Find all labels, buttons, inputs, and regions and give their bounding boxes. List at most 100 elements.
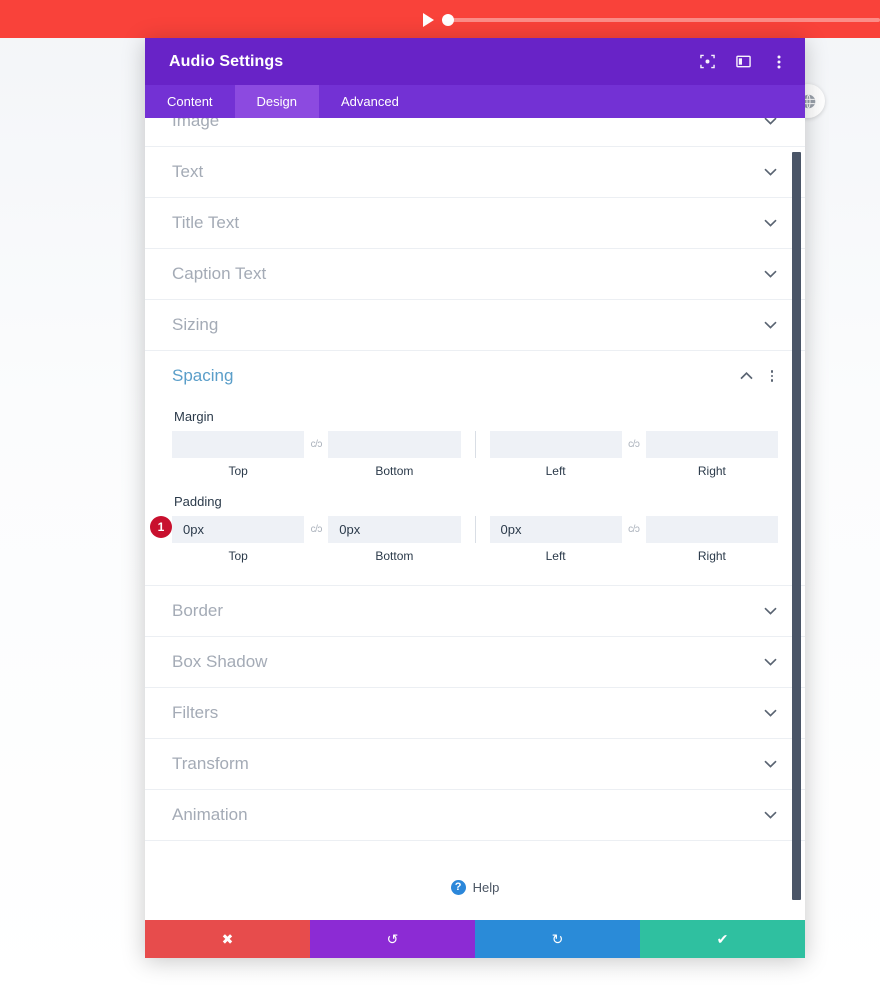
section-box-shadow[interactable]: Box Shadow [145, 637, 805, 688]
progress-handle[interactable] [442, 14, 454, 26]
section-spacing-header[interactable]: Spacing [145, 351, 805, 401]
padding-top-caption: Top [228, 549, 248, 563]
step-badge: 1 [150, 516, 172, 538]
chevron-down-icon [763, 118, 777, 126]
modal-header: Audio Settings [145, 38, 805, 85]
margin-horizontal-group: Left c/ɔ Right [489, 431, 778, 478]
tab-content[interactable]: Content [145, 85, 235, 118]
tab-advanced[interactable]: Advanced [319, 85, 421, 118]
layout-panel-icon[interactable] [735, 54, 751, 70]
section-spacing: Spacing Margin Top c/ɔ Bottom Left c/ɔ R… [145, 351, 805, 586]
section-label: Box Shadow [172, 652, 268, 671]
chevron-down-icon [763, 811, 777, 820]
padding-right-caption: Right [697, 549, 726, 563]
padding-bottom-caption: Bottom [375, 549, 414, 563]
margin-left-input[interactable] [489, 431, 622, 458]
section-label: Sizing [172, 315, 219, 334]
section-caption-text[interactable]: Caption Text [145, 249, 805, 300]
section-label: Filters [172, 703, 219, 722]
margin-vertical-group: Top c/ɔ Bottom [172, 431, 461, 478]
chevron-down-icon [763, 219, 777, 228]
margin-top-input[interactable] [172, 431, 305, 458]
audio-progress-track[interactable] [447, 18, 880, 22]
section-label: Animation [172, 805, 248, 824]
section-border[interactable]: Border [145, 586, 805, 637]
field-divider [474, 516, 476, 543]
section-text[interactable]: Text [145, 147, 805, 198]
redo-button[interactable]: ↻ [475, 920, 640, 958]
margin-label: Margin [174, 409, 214, 424]
spacing-fields: Margin Top c/ɔ Bottom Left c/ɔ Right Pad… [145, 409, 805, 585]
save-button[interactable]: ✔ [640, 920, 805, 958]
more-vertical-icon[interactable] [771, 54, 787, 70]
padding-left-cell: Left [489, 516, 622, 563]
margin-top-cell: Top [172, 431, 305, 478]
padding-label: Padding [174, 494, 222, 509]
link-chain-icon[interactable]: c/ɔ [622, 431, 646, 458]
padding-right-input[interactable] [645, 516, 778, 543]
margin-field-row: Top c/ɔ Bottom Left c/ɔ Right [172, 431, 778, 478]
link-chain-icon[interactable]: c/ɔ [622, 516, 646, 543]
padding-left-caption: Left [545, 549, 566, 563]
more-vertical-icon[interactable] [765, 368, 779, 384]
padding-horizontal-group: Left c/ɔ Right [489, 516, 778, 563]
chevron-down-icon [763, 321, 777, 330]
margin-right-input[interactable] [645, 431, 778, 458]
section-label: Border [172, 601, 224, 620]
page-root: Audio Settings Content Design Advanced I… [0, 0, 880, 1005]
padding-field-row: 1 Top c/ɔ Bottom [150, 516, 778, 563]
margin-left-caption: Left [545, 464, 566, 478]
padding-top-input[interactable] [172, 516, 305, 543]
audio-player-bar [0, 0, 880, 38]
section-label: Spacing [172, 366, 234, 385]
help-row[interactable]: ? Help [145, 841, 805, 920]
section-transform[interactable]: Transform [145, 739, 805, 790]
padding-top-cell: Top [172, 516, 305, 563]
section-sizing[interactable]: Sizing [145, 300, 805, 351]
audio-settings-modal: Audio Settings Content Design Advanced I… [145, 38, 805, 958]
margin-bottom-input[interactable] [328, 431, 461, 458]
margin-bottom-cell: Bottom [328, 431, 461, 478]
link-chain-icon[interactable]: c/ɔ [304, 516, 328, 543]
chevron-down-icon [763, 607, 777, 616]
header-icon-group [699, 54, 787, 70]
section-label: Caption Text [172, 264, 267, 283]
margin-right-caption: Right [697, 464, 726, 478]
section-label: Title Text [172, 213, 240, 232]
padding-bottom-cell: Bottom [328, 516, 461, 563]
chevron-down-icon [763, 760, 777, 769]
chevron-down-icon [763, 658, 777, 667]
settings-scroll-content: Image Text Title Text Caption Text Sizin… [145, 118, 805, 920]
section-label: Image [172, 118, 220, 130]
margin-bottom-caption: Bottom [375, 464, 414, 478]
cancel-button[interactable]: ✖ [145, 920, 310, 958]
padding-vertical-group: Top c/ɔ Bottom [172, 516, 461, 563]
padding-bottom-input[interactable] [328, 516, 461, 543]
question-mark-icon: ? [450, 879, 466, 895]
margin-right-cell: Right [645, 431, 778, 478]
modal-body: Image Text Title Text Caption Text Sizin… [145, 118, 805, 920]
margin-left-cell: Left [489, 431, 622, 478]
section-title-text[interactable]: Title Text [145, 198, 805, 249]
chevron-down-icon [763, 168, 777, 177]
margin-top-caption: Top [228, 464, 248, 478]
link-chain-icon[interactable]: c/ɔ [304, 431, 328, 458]
padding-right-cell: Right [645, 516, 778, 563]
play-triangle-icon[interactable] [423, 13, 434, 27]
scrollbar-track[interactable] [792, 118, 801, 920]
section-animation[interactable]: Animation [145, 790, 805, 841]
modal-tabs: Content Design Advanced [145, 85, 805, 118]
tab-design[interactable]: Design [234, 85, 320, 118]
undo-button[interactable]: ↺ [310, 920, 475, 958]
section-filters[interactable]: Filters [145, 688, 805, 739]
scrollbar-thumb[interactable] [792, 152, 801, 900]
chevron-down-icon [763, 709, 777, 718]
section-label: Text [172, 162, 204, 181]
chevron-down-icon [763, 270, 777, 279]
help-label: Help [472, 879, 500, 895]
padding-left-input[interactable] [489, 516, 622, 543]
field-divider [474, 431, 476, 458]
chevron-up-icon[interactable] [739, 372, 753, 381]
focus-target-icon[interactable] [699, 54, 715, 70]
section-image[interactable]: Image [145, 118, 805, 147]
